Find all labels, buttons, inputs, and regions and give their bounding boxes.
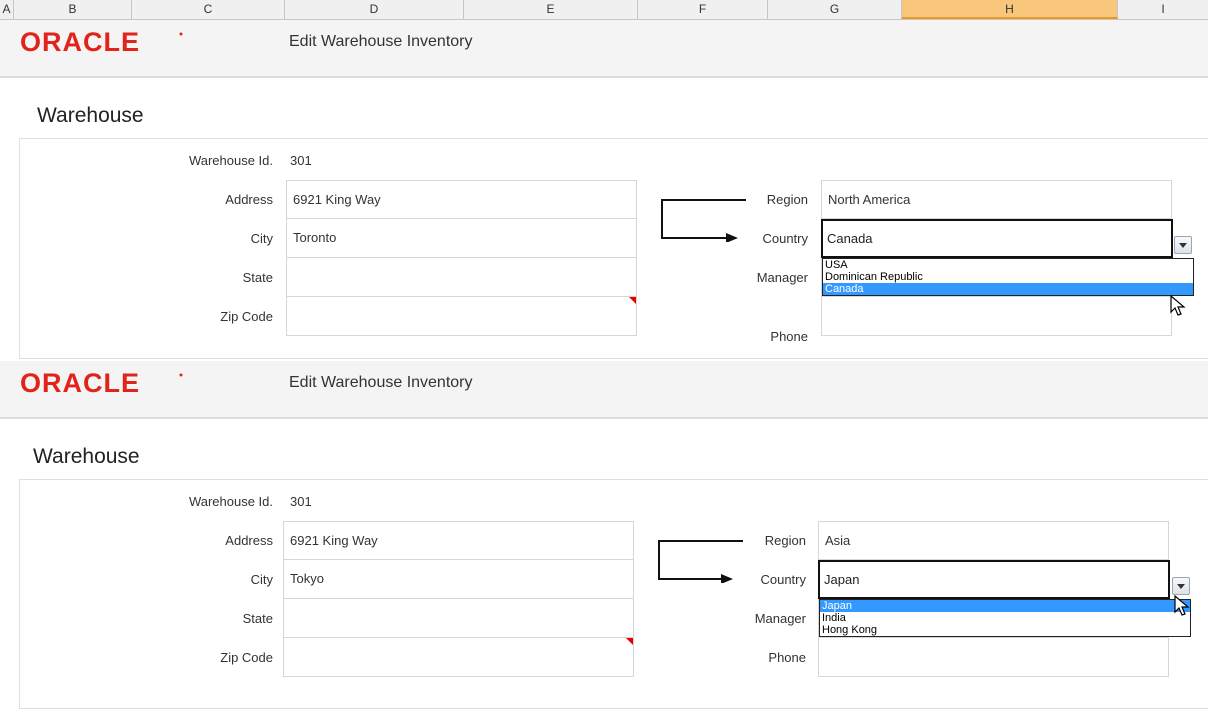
phone-field[interactable] (821, 297, 1172, 336)
flow-arrow-icon (658, 540, 743, 583)
city-field[interactable]: Toronto (286, 219, 637, 258)
chevron-down-icon[interactable] (1172, 577, 1190, 595)
page-subtitle: Edit Warehouse Inventory (289, 374, 473, 391)
phone-label: Phone (770, 329, 808, 344)
warehouse-panel-1: ORACLE Edit Warehouse Inventory Warehous… (0, 20, 1208, 360)
warehouse-id-value: 301 (290, 494, 312, 509)
column-header-f[interactable]: F (638, 0, 768, 19)
oracle-logo: ORACLE (20, 27, 183, 56)
dropdown-option[interactable]: Hong Kong (820, 624, 1190, 636)
flow-arrow-icon (661, 199, 746, 242)
spreadsheet-column-header: A B C D E F G H I (0, 0, 1208, 20)
dropdown-option-selected[interactable]: Canada (823, 283, 1193, 295)
zip-code-label: Zip Code (220, 309, 273, 324)
manager-label: Manager (756, 270, 808, 285)
column-header-e[interactable]: E (464, 0, 638, 19)
column-header-d[interactable]: D (285, 0, 464, 19)
zip-code-field[interactable] (283, 638, 634, 677)
state-label: State (242, 270, 273, 285)
state-label: State (242, 611, 273, 626)
app-header: ORACLE Edit Warehouse Inventory (0, 20, 1208, 78)
column-header-c[interactable]: C (132, 0, 285, 19)
region-field[interactable]: North America (821, 180, 1172, 219)
column-header-i[interactable]: I (1118, 0, 1208, 19)
country-select[interactable]: Japan (818, 560, 1170, 599)
phone-field[interactable] (818, 638, 1169, 677)
address-label: Address (225, 192, 273, 207)
warehouse-panel-2: ORACLE Edit Warehouse Inventory Warehous… (0, 361, 1208, 709)
mouse-cursor-icon (1174, 595, 1190, 616)
phone-label: Phone (768, 650, 806, 665)
column-header-a[interactable]: A (0, 0, 14, 19)
page-subtitle: Edit Warehouse Inventory (289, 33, 473, 50)
address-field[interactable]: 6921 King Way (286, 180, 637, 219)
oracle-logo: ORACLE (20, 368, 183, 397)
country-dropdown-list: Japan India Hong Kong (819, 599, 1191, 637)
svg-text:ORACLE: ORACLE (20, 368, 140, 397)
zip-code-field[interactable] (286, 297, 637, 336)
state-field[interactable] (286, 258, 637, 297)
comment-indicator-icon (626, 638, 633, 645)
warehouse-id-label: Warehouse Id. (188, 153, 273, 168)
dropdown-option[interactable]: India (820, 612, 1190, 624)
region-field[interactable]: Asia (818, 521, 1169, 560)
section-title: Warehouse (33, 445, 140, 468)
manager-label: Manager (754, 611, 806, 626)
state-field[interactable] (283, 599, 634, 638)
section-title: Warehouse (37, 104, 144, 127)
city-field[interactable]: Tokyo (283, 560, 634, 599)
address-label: Address (225, 533, 273, 548)
country-dropdown-list: USA Dominican Republic Canada (822, 258, 1194, 296)
address-field[interactable]: 6921 King Way (283, 521, 634, 560)
city-label: City (250, 231, 273, 246)
mouse-cursor-icon (1170, 295, 1186, 316)
dropdown-option-selected[interactable]: Japan (820, 600, 1190, 612)
warehouse-id-value: 301 (290, 153, 312, 168)
comment-indicator-icon (629, 297, 636, 304)
zip-code-label: Zip Code (220, 650, 273, 665)
column-header-b[interactable]: B (14, 0, 132, 19)
warehouse-id-label: Warehouse Id. (188, 494, 273, 509)
dropdown-option[interactable]: Dominican Republic (823, 271, 1193, 283)
city-label: City (250, 572, 273, 587)
svg-text:ORACLE: ORACLE (20, 27, 140, 56)
country-select[interactable]: Canada (821, 219, 1173, 258)
column-header-g[interactable]: G (768, 0, 902, 19)
app-header: ORACLE Edit Warehouse Inventory (0, 361, 1208, 419)
column-header-h[interactable]: H (902, 0, 1118, 19)
chevron-down-icon[interactable] (1174, 236, 1192, 254)
dropdown-option[interactable]: USA (823, 259, 1193, 271)
